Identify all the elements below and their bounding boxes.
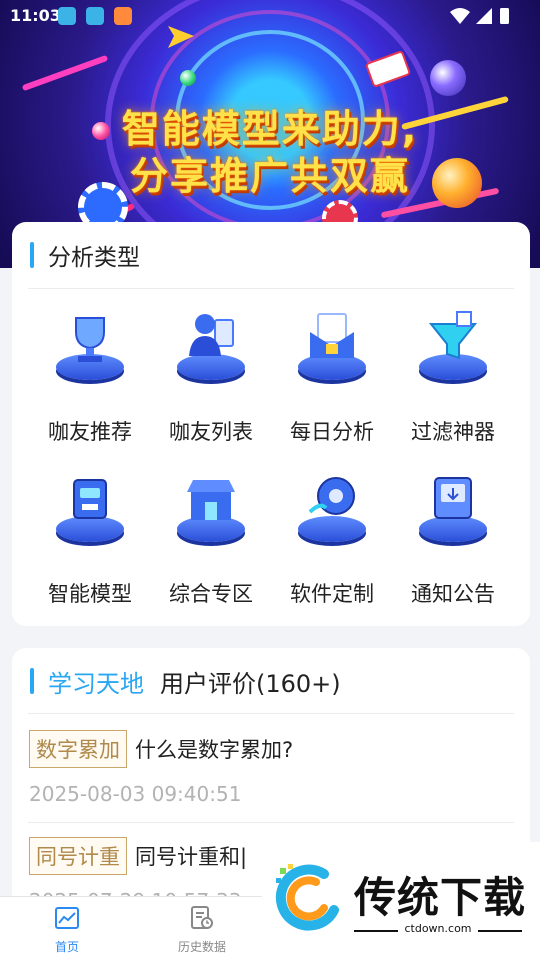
- article-item[interactable]: 数字累加 什么是数字累加? 2025-08-03 09:40:51: [29, 730, 293, 806]
- grid-item-label: 过滤神器: [411, 420, 495, 444]
- tab-learning[interactable]: 学习天地: [48, 664, 144, 699]
- grid-item-daily-analysis[interactable]: 每日分析: [272, 310, 392, 446]
- nav-item-history[interactable]: 历史数据: [162, 905, 242, 955]
- grid-item-kayou-recommend[interactable]: 咖友推荐: [30, 310, 150, 446]
- status-indicators: [450, 8, 509, 24]
- divider: [28, 822, 514, 823]
- nav-item-home[interactable]: 首页: [27, 905, 107, 955]
- grid-item-label: 软件定制: [290, 582, 374, 606]
- grid-item-label: 咖友推荐: [48, 420, 132, 444]
- watermark-logo-icon: [275, 864, 339, 931]
- notice-icon: [413, 472, 493, 552]
- article-row: 数字累加 什么是数字累加?: [29, 730, 293, 768]
- article-tag: 数字累加: [29, 730, 127, 768]
- article-time: 2025-08-03 09:40:51: [29, 782, 242, 806]
- analysis-header: 分析类型: [30, 240, 140, 271]
- battery-icon: [500, 8, 509, 24]
- trophy-icon: [50, 310, 130, 390]
- learn-header: 学习天地 用户评价(160+): [30, 664, 341, 699]
- article-row: 同号计重 同号计重和|: [29, 837, 247, 875]
- grid-item-kayou-list[interactable]: 咖友列表: [151, 310, 271, 446]
- banner-streak: [21, 54, 109, 92]
- grid-item-smart-model[interactable]: 智能模型: [30, 472, 150, 608]
- nav-label: 首页: [54, 940, 79, 954]
- history-icon: [191, 906, 213, 929]
- divider: [28, 713, 514, 714]
- robot-icon: [50, 472, 130, 552]
- grid-item-general-zone[interactable]: 综合专区: [151, 472, 271, 608]
- watermark-url-text: ctdown.com: [398, 922, 478, 935]
- grid-item-label: 咖友列表: [169, 420, 253, 444]
- section-accent-bar: [30, 242, 34, 268]
- ball-icon: [430, 60, 466, 96]
- chart-icon: [55, 907, 79, 929]
- app-heart-icon: [114, 7, 132, 25]
- status-time: 11:03: [10, 6, 61, 25]
- divider: [28, 288, 514, 289]
- grid-item-label: 通知公告: [411, 582, 495, 606]
- grid-item-notice[interactable]: 通知公告: [393, 472, 513, 608]
- shop-icon: [171, 472, 251, 552]
- grid-item-label: 智能模型: [48, 582, 132, 606]
- watermark-name: 传统下载: [354, 873, 527, 922]
- app-notification-icon: [86, 7, 104, 25]
- article-title: 什么是数字累加?: [135, 738, 294, 762]
- article-title: 同号计重和|: [135, 845, 248, 869]
- grid-item-filter-tool[interactable]: 过滤神器: [393, 310, 513, 446]
- app-screen: 智能模型来助力, 分享推广共双赢 11:03 分析类型 咖友推荐 咖友列表 每日…: [0, 0, 540, 960]
- app-notification-icon: [58, 7, 76, 25]
- wifi-icon: [450, 8, 470, 24]
- grid-item-label: 每日分析: [290, 420, 374, 444]
- tab-user-reviews[interactable]: 用户评价(160+): [160, 664, 341, 699]
- banner-title-line2: 分享推广共双赢: [129, 154, 410, 198]
- section-accent-bar: [30, 668, 34, 694]
- analysis-card: 分析类型 咖友推荐 咖友列表 每日分析 过滤神器 智能模型 综合专区 软件定制 …: [12, 222, 530, 626]
- watermark: 传统下载 ctdown.com: [262, 842, 540, 960]
- tape-icon: [292, 472, 372, 552]
- funnel-icon: [413, 310, 493, 390]
- article-tag: 同号计重: [29, 837, 127, 875]
- section-title: 分析类型: [48, 245, 140, 271]
- envelope-icon: [292, 310, 372, 390]
- nav-label: 历史数据: [177, 940, 226, 954]
- user-cards-icon: [171, 310, 251, 390]
- grid-item-custom-software[interactable]: 软件定制: [272, 472, 392, 608]
- ball-icon: [180, 70, 196, 86]
- grid-item-label: 综合专区: [169, 582, 253, 606]
- signal-icon: [476, 8, 492, 24]
- status-bar: 11:03: [0, 0, 540, 32]
- watermark-url: ctdown.com: [354, 922, 522, 935]
